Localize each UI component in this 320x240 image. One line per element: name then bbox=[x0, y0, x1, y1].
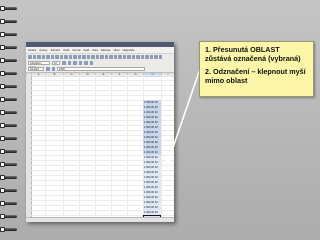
slide: Soubor Úpravy Zobrazit Vložit Formát Sešit Dat… bbox=[0, 0, 320, 240]
callout-item-2: 2. Odznačení – klepnout myší mimo oblast bbox=[205, 67, 306, 85]
callout-item-1: 1. Přesunutá OBLAST zůstává označená (vy… bbox=[205, 45, 301, 63]
callout-note: 1. Přesunutá OBLAST zůstává označená (vy… bbox=[199, 41, 314, 97]
pointer-arrow bbox=[165, 68, 201, 166]
